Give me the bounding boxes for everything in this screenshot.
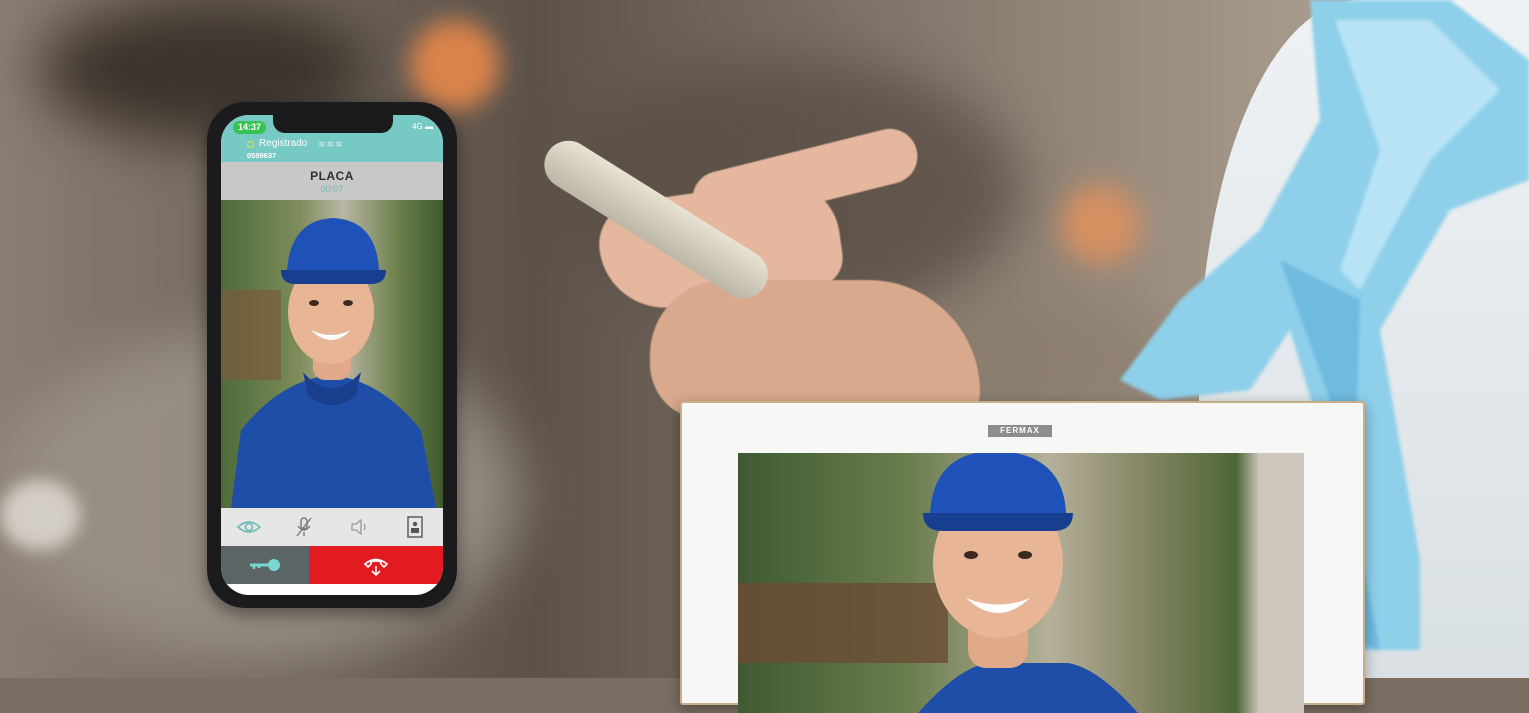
eye-icon	[236, 521, 261, 533]
open-door-button[interactable]	[221, 546, 309, 584]
phone-screen: 14:37 4G ▬ Registrado 0599637 ≋≋≋ PLACA …	[221, 115, 443, 595]
call-title: PLACA	[310, 169, 354, 183]
door-panel-icon	[407, 516, 423, 538]
call-timer: 00:07	[320, 184, 344, 194]
hang-up-button[interactable]	[309, 546, 443, 584]
call-info: PLACA 00:07	[221, 162, 443, 200]
mic-muted-icon	[296, 517, 312, 537]
device-number: 0599637	[247, 151, 277, 160]
door-panel-button[interactable]	[402, 514, 428, 540]
video-feed	[221, 200, 443, 508]
monitor-brand-logo: FERMAX	[988, 425, 1052, 437]
key-icon	[250, 559, 280, 571]
mute-button[interactable]	[291, 514, 317, 540]
call-controls	[221, 508, 443, 546]
visitor-image	[738, 453, 1304, 713]
visitor-image	[221, 218, 436, 508]
call-actions	[221, 546, 443, 584]
registration-status: Registrado	[259, 138, 308, 149]
hang-up-icon	[363, 558, 389, 576]
video-toggle-button[interactable]	[236, 514, 262, 540]
speaker-button[interactable]	[347, 514, 373, 540]
phone-notch	[273, 115, 393, 133]
status-time: 14:37	[233, 121, 266, 134]
speaker-icon	[351, 519, 366, 535]
smartphone: 14:37 4G ▬ Registrado 0599637 ≋≋≋ PLACA …	[207, 102, 457, 608]
monitor-screen	[738, 453, 1304, 713]
indoor-monitor: FERMAX	[680, 401, 1365, 713]
app-logo-icon: ≋≋≋	[318, 139, 344, 149]
network-status: 4G ▬	[412, 122, 433, 131]
registration-dot-icon	[247, 141, 254, 148]
